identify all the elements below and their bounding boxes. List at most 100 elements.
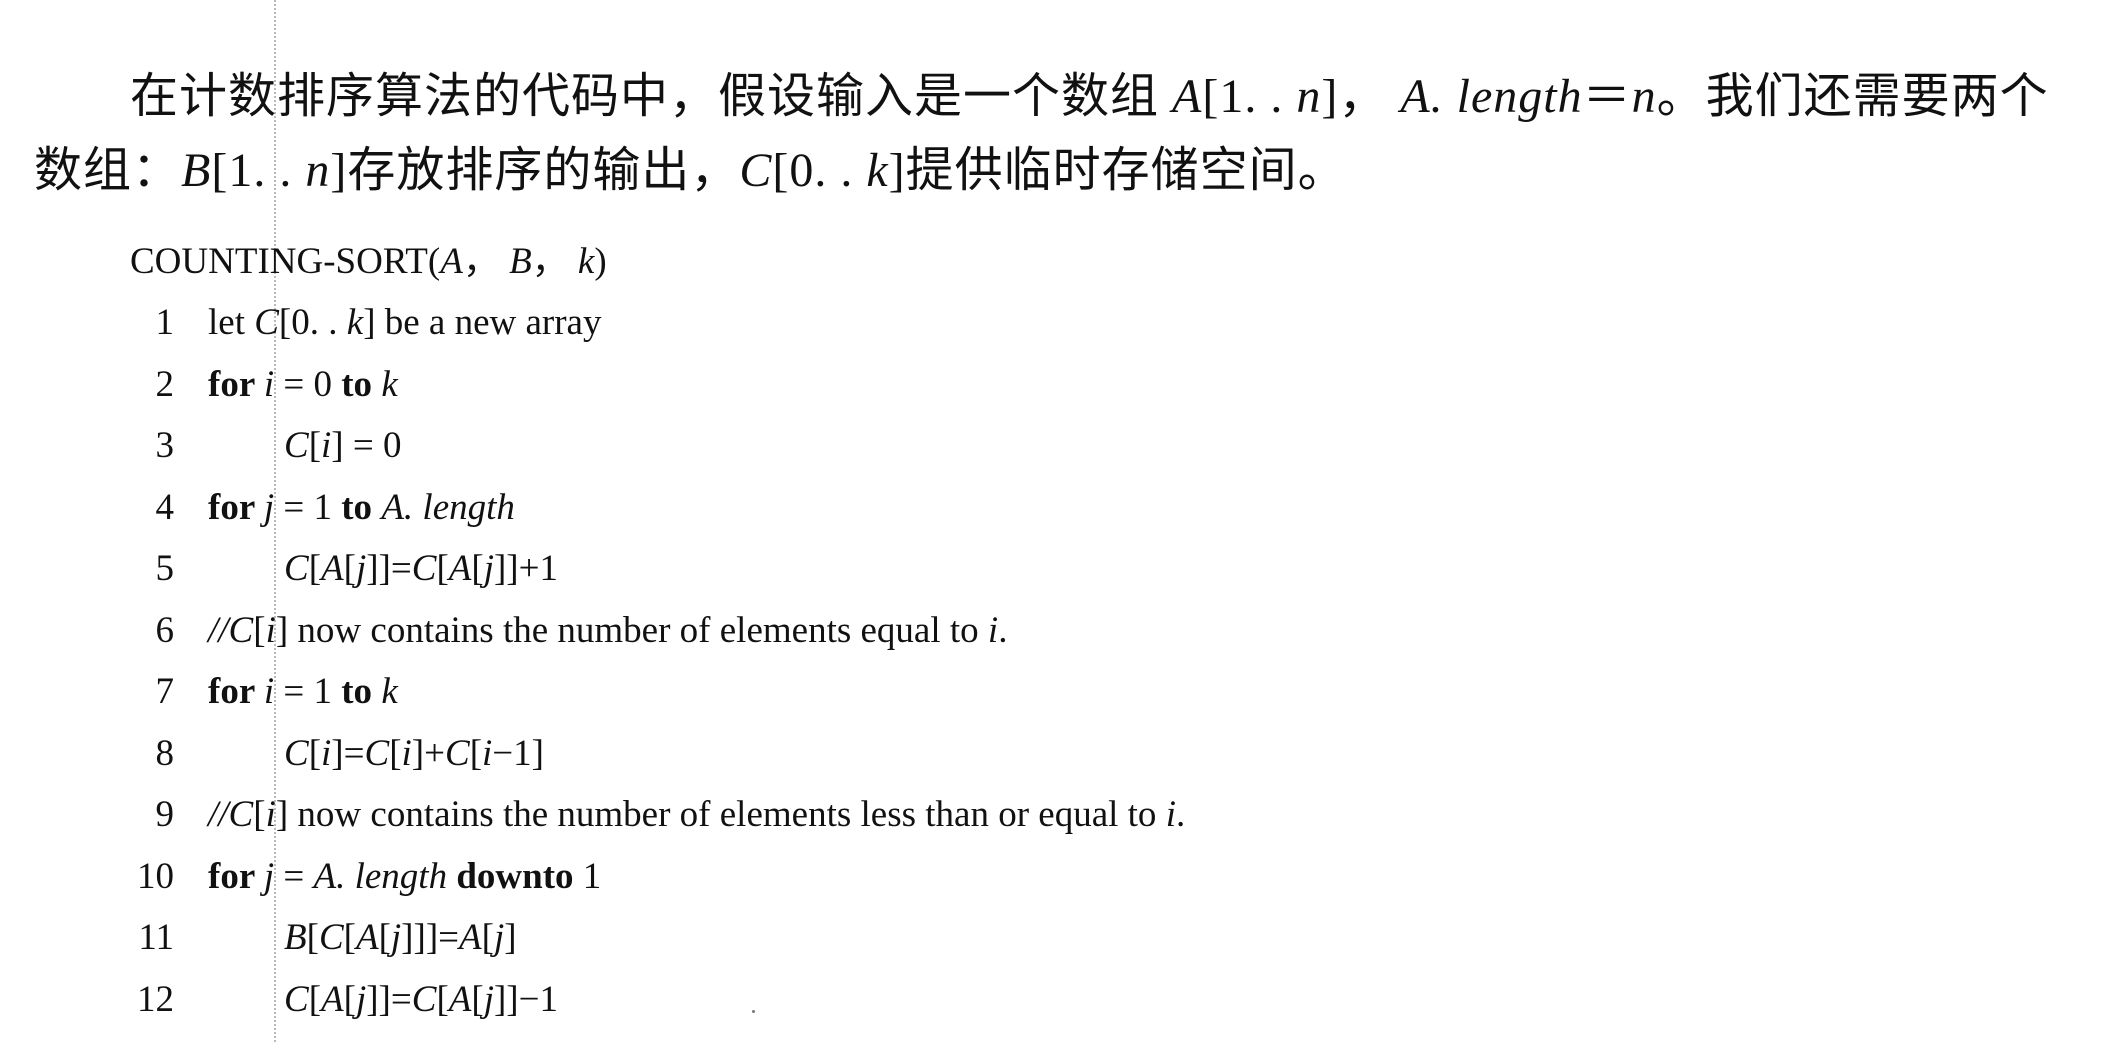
math-symbol-text: C [318,917,344,958]
text-segment: ]]−1 [493,978,558,1020]
text-segment: ， [462,241,510,282]
document-page: 在计数排序算法的代码中，假设输入是一个数组 A[1. . n]， A. leng… [0,0,2102,1042]
text-segment: . [1175,794,1186,835]
line-number: 10 [137,855,174,897]
text-segment: let [208,302,255,343]
math-symbol-text: j [263,486,275,528]
keyword-text: to [341,363,382,405]
text-segment: [0. . [278,302,347,343]
text-segment: ]存放排序的输出， [330,144,740,197]
math-symbol-text: i [1165,794,1176,835]
text-segment: [ [471,978,484,1020]
text-segment: ]]= [366,548,412,589]
text-segment: ]= [331,732,365,774]
math-symbol-text: k [346,302,364,343]
text-segment: [ [481,917,494,958]
intro-paragraph-line-1: 在计数排序算法的代码中，假设输入是一个数组 A[1. . n]， A. leng… [34,60,2074,134]
text-segment: ) [594,241,607,282]
math-symbol-text: C [254,302,279,343]
math-symbol-text: A [448,978,472,1020]
keyword-text: for [208,671,264,712]
code-statement: //C[ i] now contains the number of elemen… [208,784,1185,846]
math-symbol-text: C [284,732,309,774]
math-symbol-text: k [381,671,398,712]
text-segment: −1] [492,732,544,774]
math-symbol-text: C [284,548,309,589]
line-number: 12 [137,978,174,1020]
line-number: 4 [155,486,175,528]
text-segment: ] [504,917,517,958]
text-segment: = 1 [274,671,342,712]
text-segment: [ [308,732,322,774]
math-symbol-text: A. length [313,855,448,897]
math-symbol-text: j [493,917,505,958]
math-symbol-text: n [1296,70,1322,123]
intro-paragraph-line-2: 数组：B[1. . n]存放排序的输出，C[0. . k]提供临时存储空间。 [34,134,2074,208]
math-symbol-text: i [263,671,275,712]
math-symbol-text: i [265,609,276,651]
math-symbol-text: A. length [1400,70,1583,123]
math-symbol-text: j [390,917,402,958]
intro-paragraph: 在计数排序算法的代码中，假设输入是一个数组 A[1. . n]， A. leng… [34,60,2074,208]
math-symbol-text: n [305,144,331,197]
text-segment: ] now contains the number of elements le… [275,794,1166,835]
math-symbol-text: k [381,363,398,405]
text-segment: ]]+1 [493,548,558,589]
math-symbol-text: k [866,144,889,197]
text-segment: [ [471,548,484,589]
math-symbol-text: C [411,548,437,589]
math-symbol-text: C [445,732,470,774]
math-symbol-text: k [577,241,595,282]
code-statement: for j = 1 to A. length [208,477,515,539]
line-number: 3 [155,425,175,466]
math-symbol-text: A [448,548,472,589]
text-segment: ]+ [411,732,445,774]
math-symbol-text: i [321,425,332,466]
math-symbol-text: B [509,241,532,282]
text-segment: ]]]= [401,917,460,958]
text-segment: [1. . [1202,70,1297,123]
line-number: 1 [155,302,175,343]
math-symbol-text: //C [208,794,254,835]
math-symbol-text: B [284,917,307,958]
math-symbol-text: A [355,917,379,958]
text-segment: 数组： [34,144,182,197]
text-segment: ] be a new array [363,302,602,343]
text-segment: 1 [573,855,602,897]
code-statement: B[C[A[j]]]=A[j] [284,907,517,969]
text-segment: [ [308,425,322,466]
line-number: 5 [155,548,175,589]
math-symbol-text: A [440,241,463,282]
code-statement: C[A[j]]=C[A[j]]+1 [284,538,558,600]
math-symbol-text: B [181,144,212,197]
keyword-text: to [341,671,382,712]
text-segment: ] now contains the number of elements eq… [275,609,988,651]
keyword-text: for [208,486,264,528]
text-segment: [ [308,978,322,1020]
math-symbol-text: A [1172,70,1203,123]
math-symbol-text: A. length [381,486,515,528]
math-symbol-text: C [284,425,309,466]
code-statement: //C[i] now contains the number of elemen… [208,600,1007,662]
text-segment: [ [343,917,356,958]
code-statement: for i = 0 to k [208,354,398,416]
math-symbol-text: C [284,978,309,1020]
text-segment: [ [253,609,266,651]
math-symbol-text: j [483,548,494,589]
math-symbol-text: i [401,732,412,774]
text-segment: [ [436,978,449,1020]
text-segment: ]， [1321,70,1401,123]
text-segment: ＝ [1582,70,1632,123]
text-segment: [ [436,548,449,589]
math-symbol-text: i [482,732,493,774]
math-symbol-text: i [987,609,999,651]
text-segment: [ [343,548,356,589]
math-symbol-text: //C [208,609,254,651]
text-segment: [ [343,978,356,1020]
text-segment: [ [253,794,266,835]
keyword-text: to [341,486,382,528]
text-segment: [ [308,548,322,589]
math-symbol-text: i [321,732,332,774]
text-segment: [ [378,917,391,958]
line-number: 2 [155,363,175,405]
